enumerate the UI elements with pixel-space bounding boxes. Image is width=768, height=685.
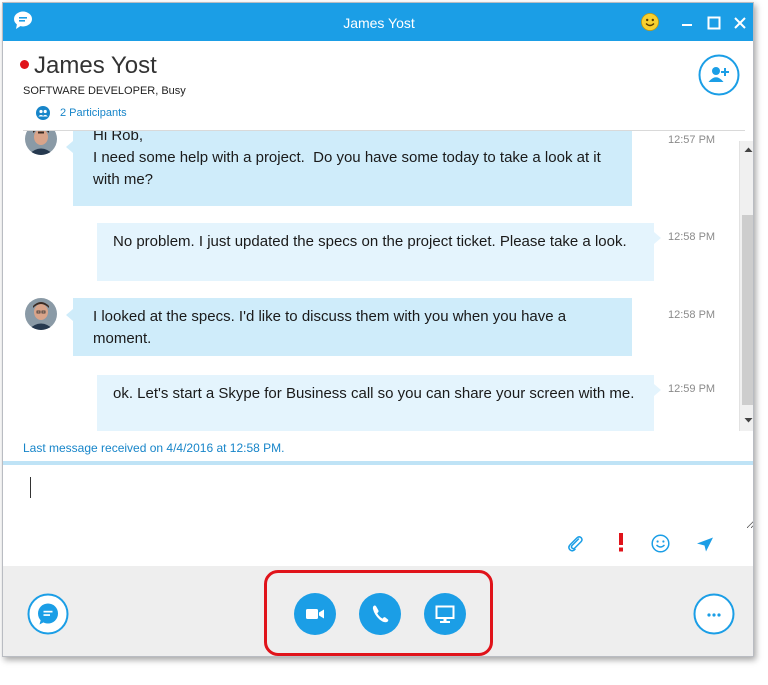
contact-avatar[interactable] xyxy=(25,131,57,155)
more-options-icon[interactable] xyxy=(693,593,735,635)
message-bubble[interactable]: ok. Let's start a Skype for Business cal… xyxy=(97,375,654,431)
message-bubble[interactable]: Hi Rob, I need some help with a project.… xyxy=(73,131,632,206)
maximize-icon[interactable] xyxy=(707,16,721,30)
scroll-down-arrow-icon[interactable] xyxy=(742,413,753,427)
add-person-icon xyxy=(698,54,740,96)
presence-busy-indicator xyxy=(20,60,29,69)
importance-exclamation-icon[interactable] xyxy=(617,532,625,552)
scrollbar-thumb[interactable] xyxy=(742,215,753,405)
bubble-tail xyxy=(654,232,661,244)
message-text: ok. Let's start a Skype for Business cal… xyxy=(113,385,635,402)
scroll-up-arrow-icon[interactable] xyxy=(742,143,753,157)
message-text: I looked at the specs. I'd like to discu… xyxy=(93,308,567,347)
participants-icon[interactable] xyxy=(36,106,50,120)
close-icon[interactable] xyxy=(732,15,748,31)
message-input[interactable] xyxy=(3,465,753,529)
paperclip-icon[interactable] xyxy=(566,534,584,552)
message-bubble[interactable]: No problem. I just updated the specs on … xyxy=(97,223,654,281)
message-timestamp: 12:58 PM xyxy=(668,309,716,321)
message-bubble[interactable]: I looked at the specs. I'd like to discu… xyxy=(73,298,632,356)
minimize-icon[interactable] xyxy=(680,16,694,30)
title-bar[interactable]: James Yost xyxy=(3,3,753,41)
add-person-button[interactable] xyxy=(698,54,740,96)
contact-name[interactable]: James Yost xyxy=(34,52,157,80)
message-text: No problem. I just updated the specs on … xyxy=(113,233,627,250)
send-icon[interactable] xyxy=(696,537,714,552)
message-timestamp: 12:57 PM xyxy=(668,134,716,146)
conversation-history[interactable]: Hi Rob, I need some help with a project.… xyxy=(3,131,738,431)
contact-subtitle: SOFTWARE DEVELOPER, Busy xyxy=(23,85,186,97)
participants-link[interactable]: 2 Participants xyxy=(60,107,127,119)
message-text: Hi Rob, I need some help with a project.… xyxy=(93,131,601,188)
message-timestamp: 12:59 PM xyxy=(668,383,716,395)
bubble-tail xyxy=(66,309,73,321)
emoji-smiley-icon[interactable] xyxy=(641,13,659,31)
bubble-tail xyxy=(654,384,661,396)
conversation-scrollbar[interactable] xyxy=(739,141,753,431)
call-buttons-highlight xyxy=(264,570,493,656)
emoji-icon[interactable] xyxy=(651,534,670,553)
message-timestamp: 12:58 PM xyxy=(668,231,716,243)
bubble-tail xyxy=(66,141,73,153)
last-message-info: Last message received on 4/4/2016 at 12:… xyxy=(23,441,285,455)
chat-bubble-icon[interactable] xyxy=(27,593,69,635)
contact-avatar[interactable] xyxy=(25,298,57,330)
conversation-window: James Yost James Yost SOFTWARE DEVELOPER… xyxy=(2,2,754,657)
text-caret xyxy=(30,477,31,498)
